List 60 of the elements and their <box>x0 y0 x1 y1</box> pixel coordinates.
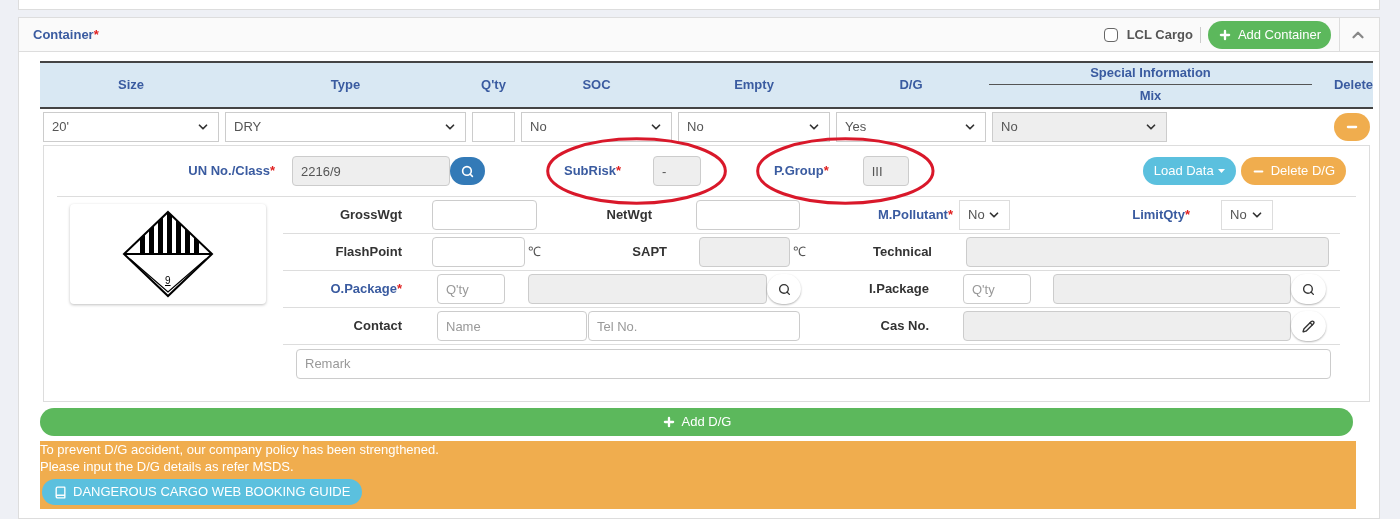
select-field[interactable]: DRY <box>225 112 466 142</box>
search-icon <box>777 282 791 296</box>
checkbox-label: LCL Cargo <box>1126 25 1193 44</box>
select-field[interactable]: 20' <box>43 112 219 142</box>
input-field[interactable] <box>432 200 537 230</box>
column-header: SOC <box>582 76 611 95</box>
pencil-icon <box>1302 319 1315 333</box>
search-icon <box>1302 282 1315 296</box>
unit-label: ℃ <box>528 243 542 262</box>
notice-text: Please input the D/G details as refer MSDS. <box>40 458 295 475</box>
field-label: I.Package <box>868 280 929 299</box>
select-field[interactable]: No <box>521 112 672 142</box>
column-header: Size <box>118 76 144 95</box>
notice-text: To prevent D/G accident, our company policy has been strengthened. <box>40 441 440 458</box>
input-field[interactable]: Remark <box>296 348 1331 379</box>
search-button[interactable] <box>1291 274 1326 304</box>
column-header: Delete <box>1333 76 1373 95</box>
field-label: Contact <box>352 317 402 336</box>
hazard-placard-drawing: 9 <box>122 210 214 298</box>
field-label: GrossWgt <box>338 206 402 225</box>
unit-label: ℃ <box>793 243 807 262</box>
column-header: Mix <box>1139 87 1162 106</box>
field-label: NetWgt <box>605 206 652 225</box>
caret-icon <box>1217 169 1225 173</box>
field-label: Technical <box>872 243 932 262</box>
column-header: Empty <box>734 76 774 95</box>
input-field[interactable] <box>472 112 515 142</box>
field-label: FlashPoint <box>334 243 402 262</box>
search-icon <box>461 164 474 178</box>
field-label: M.Pollutant* <box>876 206 953 225</box>
plus-icon <box>661 415 676 429</box>
column-header: Q'ty <box>481 76 506 95</box>
field-label: UN No./Class* <box>187 162 275 181</box>
checkbox[interactable] <box>1103 27 1118 42</box>
column-header: Type <box>330 76 361 95</box>
column-header: D/G <box>899 76 923 95</box>
field-label: P.Group* <box>774 162 829 181</box>
select-field[interactable]: No <box>959 200 1010 230</box>
remove-button[interactable] <box>1334 113 1370 141</box>
field-label: SubRisk* <box>564 162 622 181</box>
field-label: O.Package* <box>329 280 402 299</box>
input-field[interactable]: Q'ty <box>437 274 505 304</box>
input-field[interactable] <box>696 200 800 230</box>
input-field[interactable]: Tel No. <box>588 311 800 341</box>
edit-button[interactable] <box>1291 311 1326 341</box>
input-field[interactable] <box>432 237 525 267</box>
field-label: SAPT <box>631 243 667 262</box>
field-label: Cas No. <box>879 317 929 336</box>
plus-icon <box>1217 27 1232 42</box>
select-field[interactable]: No <box>678 112 830 142</box>
input-field[interactable]: Q'ty <box>963 274 1031 304</box>
panel-title: Container* <box>33 25 99 44</box>
select-field[interactable]: Yes <box>836 112 986 142</box>
book-icon <box>54 485 67 499</box>
search-button[interactable] <box>767 274 801 304</box>
search-button[interactable] <box>450 157 485 185</box>
column-group-header: Special Information <box>1090 63 1211 82</box>
input-field[interactable]: Name <box>437 311 587 341</box>
select-field[interactable]: No <box>1221 200 1273 230</box>
field-label: LimitQty* <box>1131 206 1190 225</box>
